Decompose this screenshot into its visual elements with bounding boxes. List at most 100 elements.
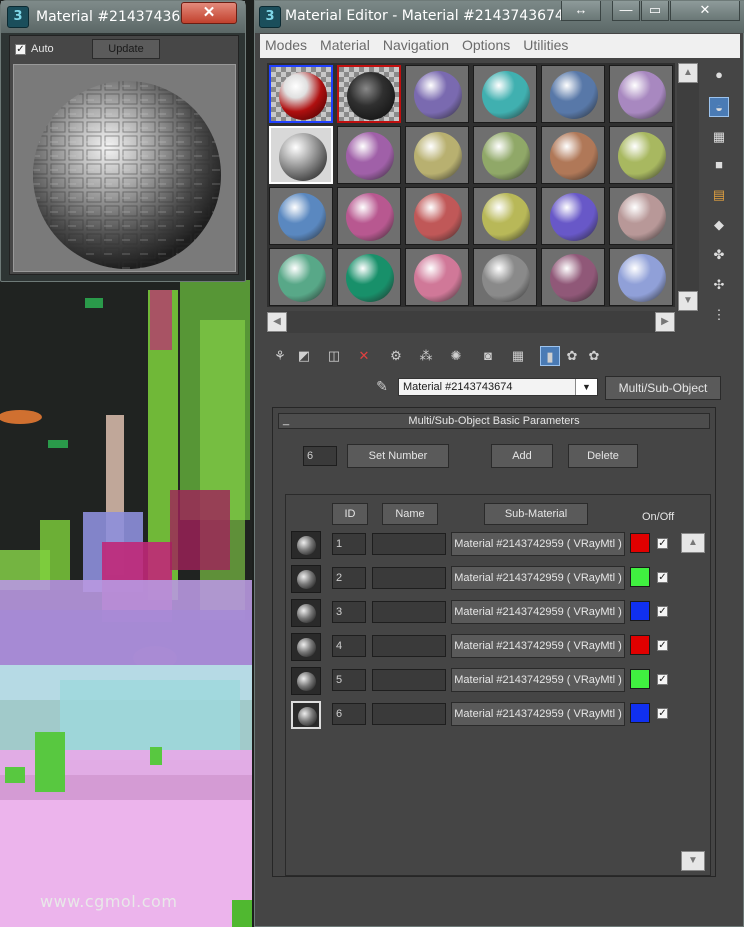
list-scroll-up-icon[interactable]: ▲ <box>681 533 705 553</box>
sub-material-button[interactable]: Material #2143742959 ( VRayMtl ) <box>451 600 625 624</box>
material-navigator-icon[interactable]: ⋮ <box>709 305 729 325</box>
scroll-down-arrow-icon[interactable]: ▼ <box>678 291 698 311</box>
sub-material-id-field[interactable]: 3 <box>332 601 366 623</box>
material-slot[interactable] <box>405 65 469 123</box>
make-unique-icon[interactable]: ⚙ <box>386 346 406 366</box>
id-header-button[interactable]: ID <box>332 503 368 525</box>
material-slot[interactable] <box>541 248 605 306</box>
backlight-icon[interactable]: ◒ <box>709 97 729 117</box>
make-preview-icon[interactable]: ◆ <box>709 215 729 235</box>
material-slot[interactable] <box>337 187 401 245</box>
sub-material-id-field[interactable]: 2 <box>332 567 366 589</box>
material-slot[interactable] <box>609 187 673 245</box>
add-button[interactable]: Add <box>491 444 553 468</box>
material-slot[interactable] <box>337 126 401 184</box>
material-slot[interactable] <box>269 248 333 306</box>
material-type-button[interactable]: Multi/Sub-Object <box>605 376 721 400</box>
editor-close-button[interactable]: ✕ <box>670 1 740 21</box>
material-slot[interactable] <box>609 65 673 123</box>
material-slot[interactable] <box>541 65 605 123</box>
delete-button[interactable]: Delete <box>568 444 638 468</box>
select-by-material-icon[interactable]: ✣ <box>709 275 729 295</box>
sub-material-button[interactable]: Material #2143742959 ( VRayMtl ) <box>451 634 625 658</box>
sub-material-color-swatch[interactable] <box>630 703 650 723</box>
chevron-down-icon[interactable]: ▼ <box>575 379 597 395</box>
preview-titlebar[interactable]: 3 Material #21437436... ✕ <box>1 1 245 33</box>
show-background-icon[interactable]: ▦ <box>508 346 528 366</box>
menu-navigation[interactable]: Navigation <box>378 34 457 58</box>
sub-material-on-checkbox[interactable]: ✓ <box>657 538 668 549</box>
collapse-icon[interactable]: _ <box>283 413 289 427</box>
material-slot[interactable] <box>609 248 673 306</box>
menu-utilities[interactable]: Utilities <box>518 34 576 58</box>
viewport-scene[interactable]: www.cgmol.com <box>0 280 252 927</box>
list-scroll-down-icon[interactable]: ▼ <box>681 851 705 871</box>
menu-options[interactable]: Options <box>457 34 518 58</box>
minimize-button[interactable]: — <box>612 1 640 21</box>
sub-material-on-checkbox[interactable]: ✓ <box>657 606 668 617</box>
scroll-up-arrow-icon[interactable]: ▲ <box>678 63 698 83</box>
go-to-parent-icon[interactable]: ✿ <box>562 346 582 366</box>
sub-material-on-checkbox[interactable]: ✓ <box>657 572 668 583</box>
sub-material-color-swatch[interactable] <box>630 533 650 553</box>
go-forward-icon[interactable]: ✿ <box>584 346 604 366</box>
scroll-left-arrow-icon[interactable]: ◀ <box>267 312 287 332</box>
sample-uv-tiling-icon[interactable]: ■ <box>709 155 729 175</box>
sub-material-thumbnail[interactable] <box>291 531 321 559</box>
menu-modes[interactable]: Modes <box>260 34 315 58</box>
material-slot[interactable] <box>269 187 333 245</box>
eyedropper-icon[interactable]: ✎ <box>372 378 392 398</box>
material-slot[interactable] <box>541 187 605 245</box>
sub-material-header-button[interactable]: Sub-Material <box>484 503 588 525</box>
sub-material-on-checkbox[interactable]: ✓ <box>657 674 668 685</box>
material-slot[interactable] <box>269 126 333 184</box>
material-slot[interactable] <box>405 248 469 306</box>
sub-material-button[interactable]: Material #2143742959 ( VRayMtl ) <box>451 702 625 726</box>
preview-close-button[interactable]: ✕ <box>181 2 237 24</box>
sub-material-color-swatch[interactable] <box>630 635 650 655</box>
material-id-channel-icon[interactable]: ✺ <box>446 346 466 366</box>
sub-material-on-checkbox[interactable]: ✓ <box>657 708 668 719</box>
material-slot[interactable] <box>473 248 537 306</box>
sub-material-button[interactable]: Material #2143742959 ( VRayMtl ) <box>451 566 625 590</box>
material-slot[interactable] <box>405 187 469 245</box>
material-slot[interactable] <box>269 65 333 123</box>
set-number-button[interactable]: Set Number <box>347 444 449 468</box>
material-slot[interactable] <box>473 187 537 245</box>
material-name-dropdown[interactable]: Material #2143743674 ▼ <box>398 378 598 396</box>
editor-titlebar[interactable]: 3 Material Editor - Material #2143743674… <box>255 1 744 33</box>
sub-material-name-field[interactable] <box>372 567 446 589</box>
options-icon[interactable]: ✤ <box>709 245 729 265</box>
slot-vertical-scrollbar[interactable]: ▲ ▼ <box>677 63 699 311</box>
sub-material-id-field[interactable]: 5 <box>332 669 366 691</box>
sub-material-thumbnail[interactable] <box>291 565 321 593</box>
sub-material-color-swatch[interactable] <box>630 567 650 587</box>
sub-material-thumbnail[interactable] <box>291 633 321 661</box>
scroll-right-arrow-icon[interactable]: ▶ <box>655 312 675 332</box>
material-slot[interactable] <box>609 126 673 184</box>
show-map-icon[interactable]: ◙ <box>478 346 498 366</box>
material-slot[interactable] <box>405 126 469 184</box>
sample-type-icon[interactable]: ● <box>709 65 729 85</box>
sub-material-color-swatch[interactable] <box>630 669 650 689</box>
auto-toggle[interactable]: ✓ Auto <box>15 43 54 55</box>
put-to-scene-icon[interactable]: ◩ <box>294 346 314 366</box>
sub-material-color-swatch[interactable] <box>630 601 650 621</box>
sub-material-button[interactable]: Material #2143742959 ( VRayMtl ) <box>451 668 625 692</box>
number-field[interactable]: 6 <box>303 446 337 466</box>
material-slot[interactable] <box>337 248 401 306</box>
assign-to-selection-icon[interactable]: ◫ <box>324 346 344 366</box>
sub-material-name-field[interactable] <box>372 533 446 555</box>
material-slot[interactable] <box>541 126 605 184</box>
delete-icon[interactable]: ✕ <box>354 346 374 366</box>
material-slot[interactable] <box>473 65 537 123</box>
resize-icon[interactable]: ↔ <box>561 1 601 21</box>
sub-material-name-field[interactable] <box>372 703 446 725</box>
put-to-library-icon[interactable]: ⁂ <box>416 346 436 366</box>
sub-material-name-field[interactable] <box>372 669 446 691</box>
checker-background-icon[interactable]: ▦ <box>709 127 729 147</box>
menu-material[interactable]: Material <box>315 34 378 58</box>
sub-material-thumbnail[interactable] <box>291 701 321 729</box>
maximize-button[interactable]: ▭ <box>641 1 669 21</box>
show-end-result-icon[interactable]: ▮ <box>540 346 560 366</box>
